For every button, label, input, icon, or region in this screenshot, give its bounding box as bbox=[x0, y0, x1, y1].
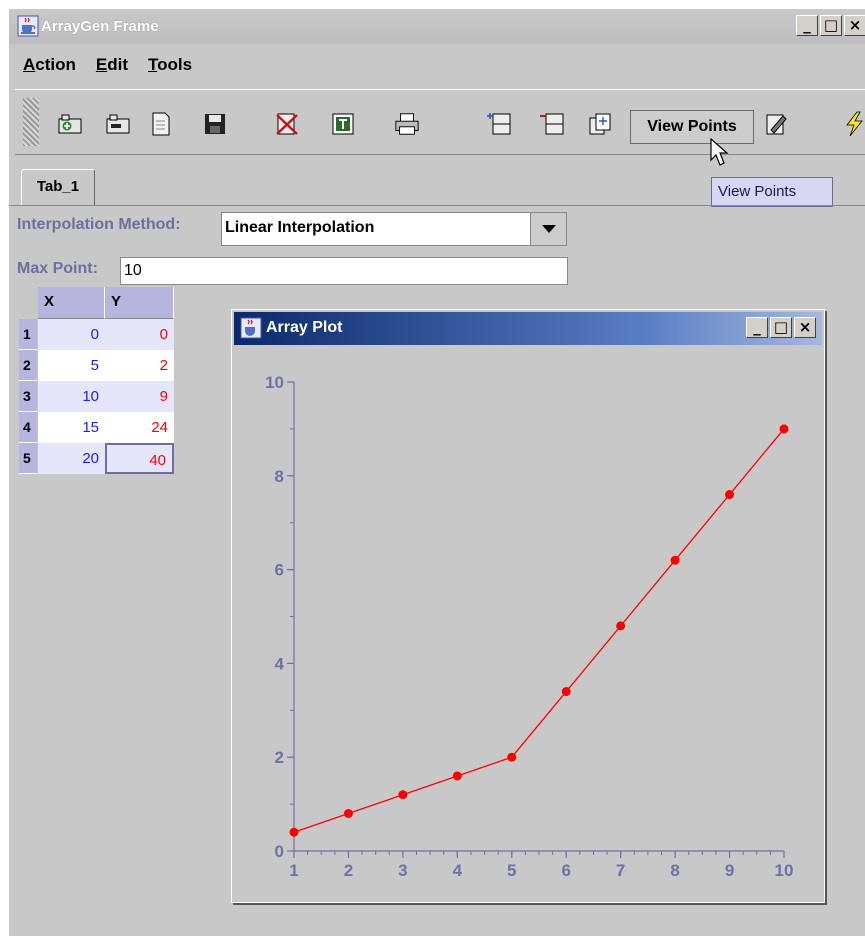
array-plot-window[interactable]: Array Plot _ □ × 0 2 4 6 8 10 1 2 3 4 5 6 7 8 9 10 bbox=[231, 309, 825, 903]
data-point bbox=[616, 621, 626, 631]
row-header[interactable]: 5 bbox=[19, 443, 37, 474]
row-header[interactable]: 3 bbox=[19, 381, 37, 412]
remove-tab-icon[interactable] bbox=[105, 111, 131, 137]
row-header[interactable]: 2 bbox=[19, 350, 37, 381]
cell-y[interactable]: 0 bbox=[105, 319, 174, 350]
data-point bbox=[725, 490, 735, 500]
menu-tools[interactable]: Tools bbox=[148, 55, 192, 85]
print-icon[interactable] bbox=[394, 111, 420, 137]
toolbar: View Points bbox=[15, 89, 865, 155]
x-tick-label: 10 bbox=[775, 861, 794, 880]
y-tick-label: 6 bbox=[275, 561, 284, 580]
row-header[interactable]: 4 bbox=[19, 412, 37, 443]
max-point-input[interactable]: 10 bbox=[120, 257, 568, 285]
data-point bbox=[452, 771, 462, 781]
copy-icon[interactable] bbox=[587, 111, 613, 137]
new-document-icon[interactable] bbox=[148, 111, 174, 137]
cell-x[interactable]: 15 bbox=[38, 412, 105, 443]
y-tick-label: 2 bbox=[275, 748, 284, 767]
cell-y[interactable]: 2 bbox=[105, 350, 174, 381]
java-cup-icon bbox=[17, 15, 39, 37]
array-plot-chart: 02468101 2 3 4 5 6 7 8 9 10 bbox=[265, 373, 794, 880]
column-header-y[interactable]: Y bbox=[105, 287, 174, 319]
cell-x[interactable]: 20 bbox=[38, 443, 105, 474]
java-cup-icon bbox=[240, 317, 262, 339]
data-point bbox=[561, 687, 571, 697]
cell-y[interactable]: 9 bbox=[105, 381, 174, 412]
toolbar-grip[interactable] bbox=[23, 98, 39, 146]
data-point bbox=[670, 555, 680, 565]
title-bar[interactable]: ArrayGen Frame _ □ × bbox=[9, 9, 865, 44]
cell-y-selected[interactable]: 40 bbox=[105, 443, 174, 474]
close-button[interactable]: × bbox=[844, 15, 865, 36]
cell-x[interactable]: 5 bbox=[38, 350, 105, 381]
menu-edit[interactable]: Edit bbox=[96, 55, 128, 85]
max-point-label: Max Point: bbox=[17, 260, 98, 277]
table-icon[interactable] bbox=[330, 111, 356, 137]
plot-window-title: Array Plot bbox=[266, 319, 343, 336]
window-title: ArrayGen Frame bbox=[41, 18, 159, 35]
plot-close-button[interactable]: × bbox=[794, 317, 816, 338]
interpolation-method-dropdown[interactable]: Linear Interpolation bbox=[221, 212, 567, 246]
insert-row-icon[interactable] bbox=[486, 111, 512, 137]
add-tab-icon[interactable] bbox=[57, 111, 83, 137]
x-tick-label: 4 bbox=[453, 861, 463, 880]
data-point bbox=[343, 808, 353, 818]
cell-y[interactable]: 24 bbox=[105, 412, 174, 443]
save-icon[interactable] bbox=[202, 111, 228, 137]
series-line bbox=[293, 428, 785, 833]
interpolation-method-label: Interpolation Method: bbox=[17, 216, 181, 233]
y-tick-label: 10 bbox=[265, 373, 284, 392]
plot-title-bar[interactable]: Array Plot _ □ × bbox=[234, 312, 822, 345]
data-point bbox=[779, 424, 789, 434]
x-tick-label: 7 bbox=[616, 861, 625, 880]
x-tick-label: 2 bbox=[344, 861, 353, 880]
cell-x[interactable]: 10 bbox=[38, 381, 105, 412]
tab-bar: Tab_1 bbox=[9, 169, 865, 206]
view-points-button[interactable]: View Points bbox=[630, 110, 754, 144]
plot-maximize-button[interactable]: □ bbox=[770, 317, 792, 338]
data-point bbox=[398, 790, 408, 800]
x-tick-label: 6 bbox=[561, 861, 570, 880]
y-tick-label: 4 bbox=[275, 654, 285, 673]
minimize-button[interactable]: _ bbox=[796, 15, 818, 36]
menu-bar: Action Edit Tools bbox=[9, 55, 192, 85]
row-header[interactable]: 1 bbox=[19, 319, 37, 350]
plot-minimize-button[interactable]: _ bbox=[746, 317, 768, 338]
delete-row-icon[interactable] bbox=[539, 111, 565, 137]
x-tick-label: 8 bbox=[670, 861, 679, 880]
cell-x[interactable]: 0 bbox=[38, 319, 105, 350]
column-header-x[interactable]: X bbox=[38, 287, 105, 319]
x-tick-label: 9 bbox=[725, 861, 734, 880]
tab-1[interactable]: Tab_1 bbox=[21, 169, 95, 205]
y-tick-label: 8 bbox=[275, 467, 284, 486]
lightning-icon[interactable] bbox=[841, 111, 865, 137]
y-tick-label: 0 bbox=[275, 842, 284, 861]
maximize-button[interactable]: □ bbox=[820, 15, 842, 36]
edit-icon[interactable] bbox=[763, 111, 789, 137]
arraygen-frame: ArrayGen Frame _ □ × Action Edit Tools V… bbox=[8, 8, 865, 936]
x-tick-label: 1 bbox=[289, 861, 298, 880]
menu-action[interactable]: Action bbox=[23, 55, 76, 85]
dropdown-arrow-icon[interactable] bbox=[530, 213, 566, 245]
x-tick-label: 5 bbox=[507, 861, 516, 880]
mouse-cursor-icon bbox=[710, 138, 729, 166]
data-point bbox=[289, 827, 299, 837]
x-tick-label: 3 bbox=[398, 861, 407, 880]
interpolation-method-value: Linear Interpolation bbox=[225, 219, 375, 236]
delete-icon[interactable] bbox=[274, 111, 300, 137]
data-point bbox=[507, 752, 517, 762]
